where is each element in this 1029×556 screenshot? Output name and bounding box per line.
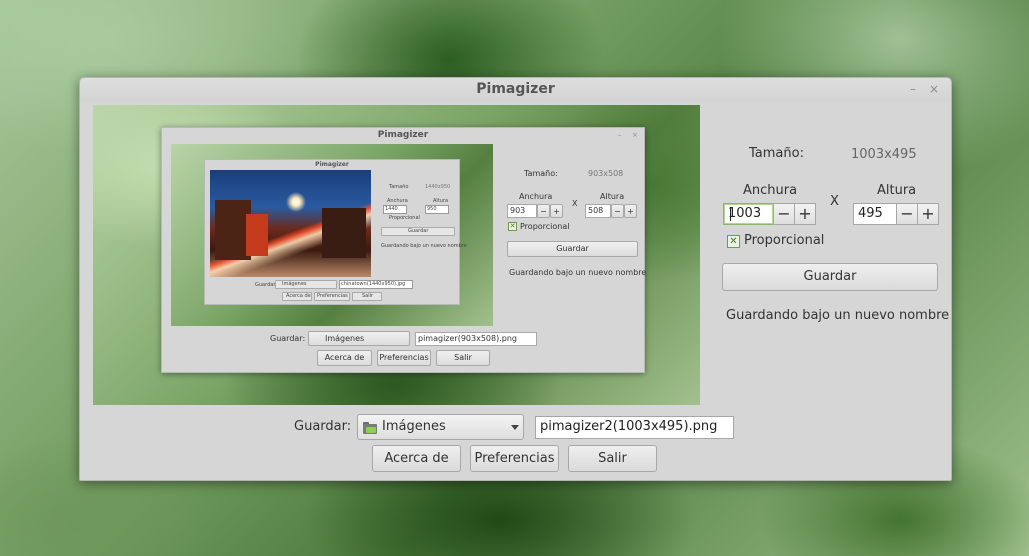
- nested-minimize-icon: –: [618, 131, 622, 139]
- nested-size-label: Tamaño:: [524, 169, 558, 178]
- save-button[interactable]: Guardar: [722, 263, 938, 291]
- height-increment-button[interactable]: +: [917, 203, 939, 225]
- height-label: Altura: [877, 183, 917, 198]
- folder-combo-value: Imágenes: [382, 419, 446, 434]
- inner-about-button: Acerca de: [282, 292, 312, 301]
- dimension-separator: X: [830, 194, 839, 209]
- inner-proportional-label: Proporcional: [389, 215, 420, 221]
- building-shape: [246, 214, 268, 256]
- nested-proportional-label: Proporcional: [520, 222, 570, 231]
- filename-input[interactable]: pimagizer2(1003x495).png: [535, 416, 734, 439]
- inner-folder-combo: Imágenes: [275, 280, 337, 289]
- inner-filename-field: chinatown(1440x950).jpg: [339, 280, 413, 289]
- titlebar[interactable]: Pimagizer – ×: [80, 78, 951, 102]
- inner-height-field: 950: [425, 205, 449, 214]
- nested-save-label: Guardar:: [270, 334, 306, 343]
- nested-height-label: Altura: [600, 192, 625, 201]
- inner-screenshot-window: Pimagizer Tamaño 1440x950 Anchura Altura…: [204, 159, 467, 305]
- nested-x-separator: X: [572, 199, 578, 208]
- nested-size-value: 903x508: [588, 169, 624, 178]
- width-label: Anchura: [743, 183, 798, 198]
- nested-quit-button: Salir: [436, 350, 490, 366]
- nested-save-button: Guardar: [507, 241, 638, 257]
- size-value: 1003x495: [851, 147, 917, 162]
- nested-width-increment: +: [550, 204, 563, 218]
- width-increment-button[interactable]: +: [794, 203, 816, 225]
- nested-window-title: Pimagizer: [377, 130, 429, 140]
- nested-about-button: Acerca de: [317, 350, 372, 366]
- nested-height-increment: +: [624, 204, 637, 218]
- folder-icon: [363, 422, 377, 434]
- chevron-down-icon: [511, 425, 519, 430]
- close-button[interactable]: ×: [927, 82, 941, 96]
- nested-preferences-button: Preferencias: [377, 350, 431, 366]
- nested-filename-field: pimagizer(903x508).png: [415, 332, 537, 346]
- nested-proportional-checkbox: ✕: [508, 222, 517, 231]
- nested-folder-combo: Imágenes: [308, 331, 410, 346]
- nested-close-icon: ×: [632, 131, 638, 139]
- text-cursor: [730, 207, 731, 221]
- inner-width-field: 1440: [383, 205, 407, 214]
- width-decrement-button[interactable]: −: [773, 203, 795, 225]
- proportional-checkbox[interactable]: ✕: [727, 235, 740, 248]
- proportional-label[interactable]: Proporcional: [744, 233, 824, 248]
- inner-quit-button: Salir: [352, 292, 382, 301]
- minimize-button[interactable]: –: [906, 82, 920, 96]
- window-title: Pimagizer: [476, 81, 555, 97]
- inner-width-label: Anchura: [387, 198, 408, 204]
- folder-combo[interactable]: Imágenes: [357, 414, 524, 440]
- inner-size-value: 1440x950: [425, 184, 451, 190]
- quit-button[interactable]: Salir: [568, 445, 657, 472]
- pimagizer-window: Pimagizer – × Pimagizer – × Pimagizer Ta…: [79, 77, 952, 481]
- inner-size-label: Tamaño: [389, 184, 409, 190]
- city-photo: [210, 170, 371, 277]
- nested-width-field: 903: [507, 204, 537, 218]
- building-shape: [322, 208, 366, 258]
- inner-status: Guardando bajo un nuevo nombre: [381, 243, 467, 249]
- inner-height-label: Altura: [433, 198, 449, 204]
- nested-height-decrement: −: [611, 204, 624, 218]
- save-location-label: Guardar:: [294, 419, 352, 434]
- about-button[interactable]: Acerca de: [372, 445, 461, 472]
- image-preview: Pimagizer – × Pimagizer Tamaño 1440x950 …: [93, 105, 700, 405]
- size-label: Tamaño:: [749, 146, 804, 161]
- nested-screenshot-window: Pimagizer – × Pimagizer Tamaño 1440x950 …: [161, 127, 647, 373]
- inner-preferences-button: Preferencias: [314, 292, 350, 301]
- height-decrement-button[interactable]: −: [896, 203, 918, 225]
- nested-height-field: 508: [585, 204, 611, 218]
- inner-window-title: Pimagizer: [315, 161, 349, 168]
- inner-save-button: Guardar: [381, 227, 455, 236]
- nested-preview: Pimagizer Tamaño 1440x950 Anchura Altura…: [171, 144, 493, 326]
- nested-status: Guardando bajo un nuevo nombre: [509, 268, 647, 277]
- nested-width-label: Anchura: [519, 192, 553, 201]
- preferences-button[interactable]: Preferencias: [470, 445, 559, 472]
- height-input[interactable]: 495: [853, 203, 897, 225]
- inner-save-label: Guardar:: [255, 282, 277, 288]
- status-message: Guardando bajo un nuevo nombre: [726, 308, 950, 323]
- nested-width-decrement: −: [537, 204, 550, 218]
